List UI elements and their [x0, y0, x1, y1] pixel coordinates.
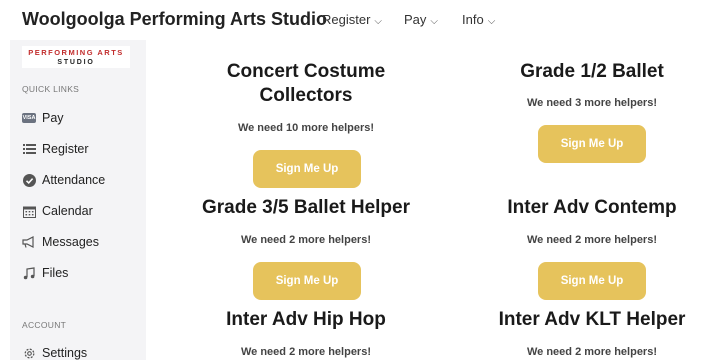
sidebar-item-label: Calendar	[42, 204, 93, 218]
quick-links-heading: QUICK LINKS	[22, 84, 80, 94]
megaphone-icon	[22, 235, 36, 249]
sidebar-item-calendar[interactable]: Calendar	[22, 200, 93, 222]
helpers-needed-text: We need 2 more helpers!	[526, 234, 657, 246]
music-note-icon	[22, 266, 36, 280]
helpers-needed-text: We need 2 more helpers!	[526, 346, 657, 358]
sign-up-button[interactable]: Sign Me Up	[253, 262, 361, 300]
nav-register-label: Register	[322, 12, 371, 27]
nav-info-label: Info	[462, 12, 484, 27]
visa-card-icon: VISA	[22, 113, 36, 123]
sign-up-button[interactable]: Sign Me Up	[538, 262, 646, 300]
helpers-needed-text: We need 10 more helpers!	[237, 122, 375, 134]
sidebar-item-label: Pay	[42, 111, 64, 125]
sidebar-item-label: Register	[42, 142, 89, 156]
card-title: Concert Costume Collectors	[226, 61, 386, 106]
sidebar-item-settings[interactable]: Settings	[22, 342, 87, 360]
sidebar-item-pay[interactable]: VISA Pay	[22, 107, 64, 129]
sidebar-item-attendance[interactable]: Attendance	[22, 169, 105, 191]
list-icon	[22, 142, 36, 156]
chevron-down-icon: ⌵	[487, 16, 496, 27]
sign-up-button[interactable]: Sign Me Up	[538, 125, 646, 163]
helpers-needed-text: We need 2 more helpers!	[240, 346, 371, 358]
sidebar-item-label: Settings	[42, 346, 88, 360]
chevron-down-icon: ⌵	[430, 16, 438, 27]
sidebar-item-messages[interactable]: Messages	[22, 231, 99, 253]
sidebar-item-files[interactable]: Files	[22, 262, 68, 284]
top-navbar: Woolgoolga Performing Arts Studio Regist…	[0, 0, 706, 40]
sign-up-button[interactable]: Sign Me Up	[253, 150, 361, 188]
nav-register-menu[interactable]: Register ⌵	[322, 12, 382, 27]
check-circle-icon	[22, 173, 36, 187]
card-title: Grade 1/2 Ballet	[520, 61, 664, 82]
account-heading: ACCOUNT	[22, 320, 67, 330]
logo-line-1: PERFORMING ARTS	[28, 48, 124, 57]
card-title: Inter Adv Contemp	[507, 197, 677, 218]
calendar-icon	[22, 204, 36, 218]
studio-logo[interactable]: PERFORMING ARTS STUDIO	[22, 46, 130, 68]
site-brand[interactable]: Woolgoolga Performing Arts Studio	[22, 9, 327, 30]
gear-icon	[22, 346, 36, 360]
nav-pay-menu[interactable]: Pay ⌵	[404, 12, 438, 27]
card-title: Inter Adv KLT Helper	[498, 309, 686, 330]
chevron-down-icon: ⌵	[374, 16, 383, 27]
card-title: Inter Adv Hip Hop	[226, 309, 386, 330]
logo-line-2: STUDIO	[57, 58, 95, 66]
card-title: Grade 3/5 Ballet Helper	[201, 197, 411, 218]
nav-info-menu[interactable]: Info ⌵	[462, 12, 495, 27]
nav-pay-label: Pay	[404, 12, 427, 27]
sidebar-item-label: Messages	[42, 235, 99, 249]
sidebar-item-label: Attendance	[42, 173, 106, 187]
sidebar-item-label: Files	[42, 266, 69, 280]
sidebar-item-register[interactable]: Register	[22, 138, 89, 160]
sidebar: PERFORMING ARTS STUDIO QUICK LINKS VISA …	[10, 40, 146, 360]
helpers-needed-text: We need 3 more helpers!	[526, 97, 657, 109]
helpers-needed-text: We need 2 more helpers!	[240, 234, 371, 246]
